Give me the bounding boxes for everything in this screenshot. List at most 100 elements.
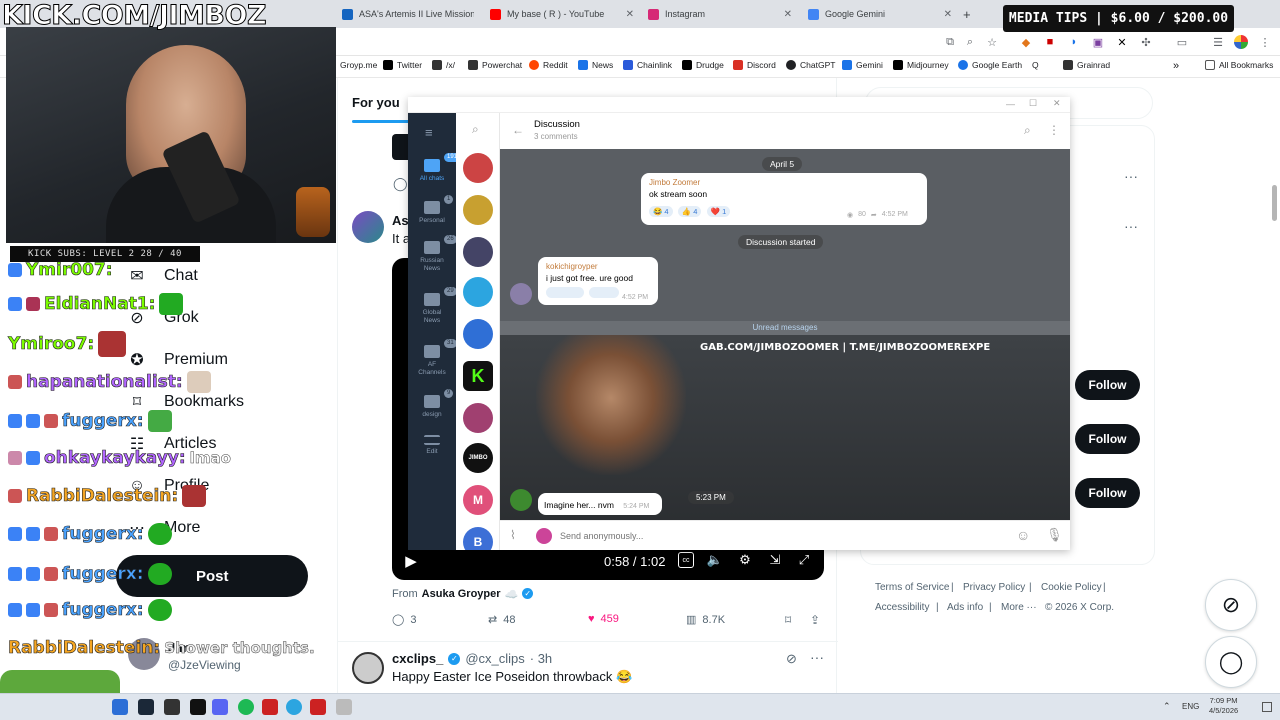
tray-chevron-icon[interactable]: ⌃ <box>1163 701 1171 712</box>
fullscreen-icon[interactable]: ⤢ <box>796 552 812 568</box>
avatar[interactable] <box>352 211 384 243</box>
bookmarks-overflow-button[interactable]: » <box>1173 60 1179 72</box>
bookmark-item[interactable]: Grainrad <box>1063 60 1110 70</box>
app-icon[interactable] <box>262 699 278 715</box>
avatar[interactable] <box>510 283 532 305</box>
bookmark-item[interactable]: Gemini <box>842 60 883 70</box>
profile-avatar[interactable] <box>1234 35 1248 49</box>
reply-button[interactable]: ◯ 3 <box>392 613 416 627</box>
grok-icon[interactable]: ⊘ <box>786 651 797 667</box>
saved-messages-icon[interactable] <box>463 319 493 349</box>
chat-avatar[interactable]: JIMBO <box>463 443 493 473</box>
follow-button[interactable]: Follow <box>1075 424 1140 454</box>
chat-avatar[interactable] <box>463 195 493 225</box>
footer-link[interactable]: Ads info <box>947 602 983 613</box>
folder-af-channels[interactable]: 31 AF Channels <box>408 339 457 377</box>
share-icon[interactable]: ⇪ <box>810 613 820 627</box>
avatar[interactable] <box>536 528 552 544</box>
reaction-chip[interactable]: 😂 4 <box>649 206 673 217</box>
chrome-icon[interactable] <box>112 699 128 715</box>
tab-instagram[interactable]: Instagram ✕ <box>648 4 792 24</box>
search-icon[interactable]: ⌕ <box>1024 123 1031 138</box>
bookmark-star-icon[interactable]: ☆ <box>985 35 999 49</box>
bookmark-item[interactable]: Twitter <box>383 60 422 70</box>
scrollbar[interactable] <box>1272 185 1277 221</box>
all-bookmarks-button[interactable]: All Bookmarks <box>1205 60 1273 70</box>
account-handle[interactable]: @JzeViewing <box>168 658 241 672</box>
reply-icon[interactable]: ◯ <box>393 176 408 192</box>
bookmark-item[interactable]: Drudge <box>682 60 724 70</box>
close-tab-icon[interactable]: ✕ <box>626 9 634 20</box>
volume-icon[interactable]: 🔈 <box>707 552 723 568</box>
bookmark-item[interactable]: ChatGPT <box>786 60 835 70</box>
post-author-name[interactable]: cxclips_ <box>392 651 443 666</box>
folder-personal[interactable]: 1 Personal <box>408 195 456 225</box>
chat-avatar[interactable]: M <box>463 485 493 515</box>
comment-message[interactable]: Imagine her... nvm 5:24 PM <box>538 493 662 515</box>
more-horiz-icon[interactable]: ··· <box>810 649 824 665</box>
footer-link[interactable]: Cookie Policy <box>1041 582 1102 593</box>
bookmark-icon[interactable]: ⌑ <box>785 613 791 627</box>
extension-icon[interactable]: ▣ <box>1091 35 1105 49</box>
terminal-icon[interactable] <box>190 699 206 715</box>
kick-icon[interactable]: K <box>463 361 493 391</box>
chat-avatar[interactable]: B <box>463 527 493 550</box>
follow-button[interactable]: Follow <box>1075 478 1140 508</box>
footer-more-link[interactable]: More ··· <box>1001 602 1037 613</box>
steam-icon[interactable] <box>138 699 154 715</box>
emoji-icon[interactable]: ☺ <box>1016 527 1030 543</box>
tab-gemini[interactable]: Google Gemini ✕ <box>808 4 952 24</box>
back-arrow-icon[interactable]: ← <box>512 123 524 137</box>
folder-global-news[interactable]: 29 Global News <box>408 287 457 325</box>
microphone-icon[interactable]: 🎙 <box>1046 527 1063 543</box>
bookmark-item[interactable]: Reddit <box>529 60 568 70</box>
messages-button[interactable]: ◯ <box>1205 636 1257 688</box>
message-input[interactable] <box>560 527 1000 545</box>
menu-lines-icon[interactable]: ☰ <box>1211 35 1225 49</box>
close-icon[interactable]: ✕ <box>1053 98 1061 109</box>
follow-button[interactable]: Follow <box>1075 370 1140 400</box>
bookmark-item[interactable]: Groyp.me <box>340 60 377 70</box>
repost-button[interactable]: ⇄ 48 <box>488 613 515 627</box>
reaction-chip[interactable]: ❤️ 1 <box>706 206 731 217</box>
tab-youtube[interactable]: My base ( R ) - YouTube ✕ <box>490 4 634 24</box>
bookmark-item[interactable]: Chainlink <box>623 60 672 70</box>
more-vert-icon[interactable]: ⋮ <box>1048 123 1060 137</box>
grok-button[interactable]: ⊘ <box>1205 579 1257 631</box>
play-icon[interactable]: ▶ <box>402 552 420 570</box>
bookmark-item[interactable]: Discord <box>733 60 776 70</box>
chat-avatar[interactable] <box>463 153 493 183</box>
reaction-chip[interactable] <box>589 287 620 298</box>
maximize-icon[interactable]: ☐ <box>1029 98 1037 109</box>
avatar[interactable] <box>510 489 532 511</box>
post-author-name[interactable]: As <box>392 213 409 228</box>
like-button[interactable]: ♥ 459 <box>588 613 619 625</box>
views-button[interactable]: ▥ 8.7K <box>686 613 725 627</box>
folder-russian-news[interactable]: 26 Russian News <box>408 235 457 273</box>
captions-icon[interactable]: cc <box>678 552 694 568</box>
close-tab-icon[interactable]: ✕ <box>944 9 952 20</box>
bookmark-item[interactable]: /x/ <box>432 60 455 70</box>
telegram-icon[interactable] <box>463 277 493 307</box>
nav-chat[interactable]: ✉ Chat <box>128 261 198 291</box>
footer-link[interactable]: Privacy Policy <box>963 582 1025 593</box>
search-icon[interactable]: ⌕ <box>472 122 479 137</box>
post-author-handle[interactable]: @cx_clips <box>465 651 524 666</box>
telegram-icon[interactable] <box>286 699 302 715</box>
x-extension-icon[interactable]: ✕ <box>1115 35 1129 49</box>
settings-gear-icon[interactable]: ⚙ <box>737 552 753 568</box>
avatar[interactable] <box>352 652 384 684</box>
app-icon[interactable] <box>336 699 352 715</box>
more-horiz-icon[interactable]: ··· <box>1124 168 1138 184</box>
tab-artemis[interactable]: ASA's Artemis II Live Mission <box>342 4 474 24</box>
more-vert-icon[interactable]: ⋮ <box>1258 35 1272 49</box>
post-time[interactable]: · 3h <box>530 651 552 666</box>
sidepanel-icon[interactable]: ▭ <box>1175 35 1189 49</box>
channel-post[interactable]: Jimbo Zoomer ok stream soon 😂 4 👍 4 ❤️ 1 ◉ 8… <box>641 173 927 225</box>
folder-edit[interactable]: Edit <box>408 435 456 456</box>
footer-link[interactable]: Accessibility <box>875 602 929 613</box>
footer-link[interactable]: Terms of Service <box>875 582 949 593</box>
pip-icon[interactable]: ⇲ <box>767 552 783 568</box>
language-indicator[interactable]: ENG <box>1182 702 1199 711</box>
share-icon[interactable]: ➦ <box>871 211 877 219</box>
